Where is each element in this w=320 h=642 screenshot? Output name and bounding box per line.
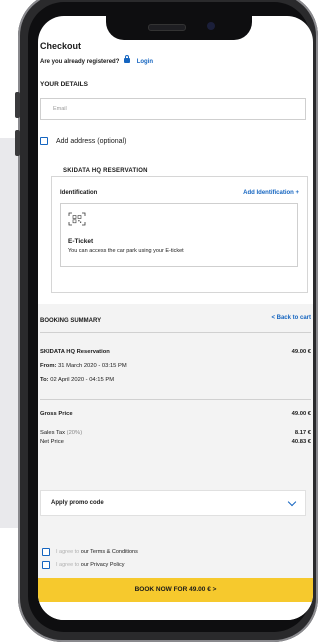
reservation-legend: SKIDATA HQ RESERVATION xyxy=(59,168,152,174)
promo-code-dropdown[interactable]: Apply promo code xyxy=(40,490,306,516)
sales-tax-value: 8.17 € xyxy=(294,430,311,436)
camera-icon xyxy=(207,22,215,30)
book-now-button[interactable]: BOOK NOW FOR 49.00 € > xyxy=(38,578,313,602)
eticket-option[interactable]: E-Ticket You can access the car park usi… xyxy=(60,203,298,267)
divider xyxy=(40,399,311,400)
page-title: Checkout xyxy=(40,41,82,51)
chevron-down-icon xyxy=(287,497,297,507)
terms-link[interactable]: our Terms & Conditions xyxy=(81,549,138,555)
item-price: 49.00 € xyxy=(291,349,311,355)
volume-down-button xyxy=(15,130,20,156)
net-price-label: Net Price xyxy=(40,439,64,445)
email-field[interactable]: Email xyxy=(40,98,306,120)
bottom-safe-area xyxy=(38,602,313,620)
back-to-cart-link[interactable]: < Back to cart xyxy=(271,315,311,321)
gross-price-label: Gross Price xyxy=(40,411,73,417)
gross-price-value: 49.00 € xyxy=(291,411,311,417)
privacy-agree-text: I agree to xyxy=(56,562,80,568)
registered-question: Are you already registered? xyxy=(40,59,120,65)
sales-tax-row: Sales Tax (20%) xyxy=(40,430,82,436)
phone-screen: Checkout Are you already registered? Log… xyxy=(38,16,313,620)
from-row: From: 31 March 2020 - 03:15 PM xyxy=(40,363,127,369)
to-value: 02 April 2020 - 04:15 PM xyxy=(50,377,115,383)
to-label: To: xyxy=(40,377,49,383)
sales-tax-rate: (20%) xyxy=(66,430,83,436)
notch xyxy=(106,16,252,40)
promo-code-label: Apply promo code xyxy=(51,500,104,506)
email-placeholder: Email xyxy=(53,106,67,112)
item-name: SKIDATA HQ Reservation xyxy=(40,349,110,355)
terms-label: I agree to our Terms & Conditions xyxy=(56,549,138,555)
add-address-label: Add address (optional) xyxy=(56,138,127,145)
from-label: From: xyxy=(40,363,57,369)
add-address-checkbox[interactable] xyxy=(40,137,48,145)
speaker-grille xyxy=(148,24,186,31)
registered-prompt: Are you already registered? Login xyxy=(40,55,153,65)
identification-label: Identification xyxy=(60,190,98,196)
eticket-description: You can access the car park using your E… xyxy=(68,248,184,254)
divider xyxy=(40,332,311,333)
booking-summary-heading: BOOKING SUMMARY xyxy=(40,318,102,324)
login-link[interactable]: Login xyxy=(137,59,153,65)
add-identification-link[interactable]: Add Identification + xyxy=(243,190,299,196)
volume-up-button xyxy=(15,92,20,118)
terms-checkbox[interactable] xyxy=(42,548,50,556)
from-value: 31 March 2020 - 03:15 PM xyxy=(58,363,127,369)
eticket-title: E-Ticket xyxy=(68,238,94,245)
net-price-value: 40.83 € xyxy=(291,439,311,445)
privacy-link[interactable]: our Privacy Policy xyxy=(81,562,125,568)
to-row: To: 02 April 2020 - 04:15 PM xyxy=(40,377,114,383)
terms-agree-text: I agree to xyxy=(56,549,80,555)
your-details-heading: YOUR DETAILS xyxy=(40,81,88,88)
privacy-label: I agree to our Privacy Policy xyxy=(56,562,125,568)
book-now-label: BOOK NOW FOR 49.00 € > xyxy=(134,586,217,593)
sales-tax-label: Sales Tax xyxy=(40,430,66,436)
privacy-checkbox[interactable] xyxy=(42,561,50,569)
lock-icon xyxy=(124,55,131,63)
qr-code-icon xyxy=(68,212,86,226)
